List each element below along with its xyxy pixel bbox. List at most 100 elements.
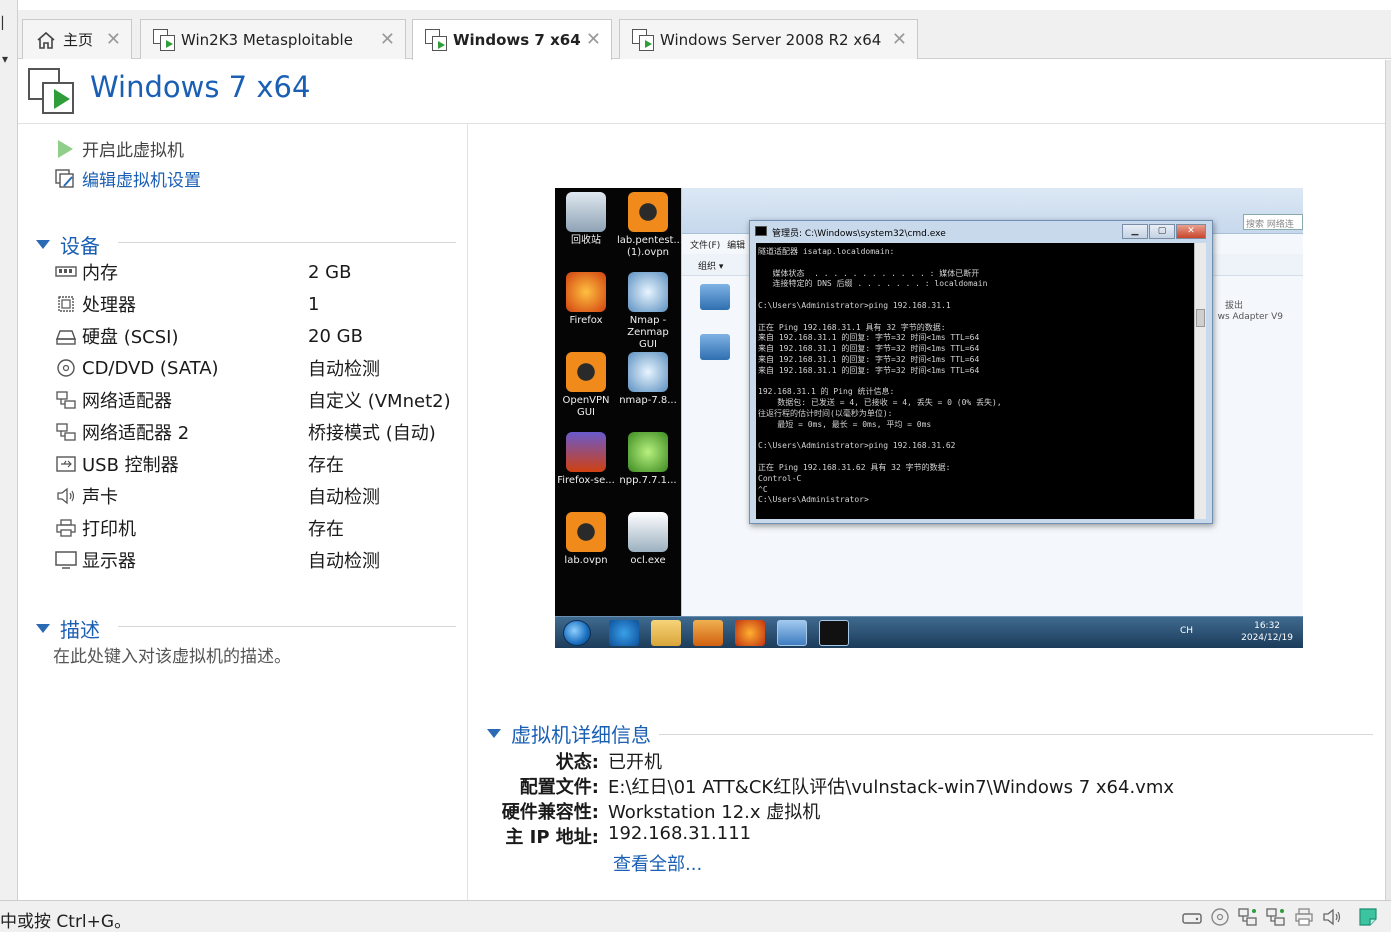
cmd-title: 管理员: C:\Windows\system32\cmd.exe xyxy=(772,229,946,239)
taskbar-clock[interactable]: 16:32 2024/12/19 xyxy=(1241,620,1293,644)
cd-dvd-icon xyxy=(54,357,78,379)
console-line: 连接特定的 DNS 后缀 . . . . . . . : localdomain xyxy=(758,279,988,289)
device-row[interactable]: USB 控制器 存在 xyxy=(54,449,464,479)
close-icon[interactable]: ✕ xyxy=(106,29,121,50)
device-value: 桥接模式 (自动) xyxy=(308,423,436,444)
firefox-setup-icon xyxy=(566,432,606,472)
device-row[interactable]: 处理器 1 xyxy=(54,289,464,319)
network-adapter-icon xyxy=(700,284,730,310)
edit-vm-settings-button[interactable]: 编辑虚拟机设置 xyxy=(54,166,201,191)
folder-icon[interactable] xyxy=(651,620,681,646)
device-row[interactable]: CD/DVD (SATA) 自动检测 xyxy=(54,353,464,383)
message-log-icon[interactable] xyxy=(1357,906,1379,928)
edge-dropdown-icon[interactable]: ▾ xyxy=(2,52,8,66)
close-icon[interactable]: ✕ xyxy=(380,29,395,50)
language-indicator[interactable]: CH xyxy=(1180,626,1193,636)
device-row[interactable]: 显示器 自动检测 xyxy=(54,545,464,575)
devices-section-toggle[interactable]: 设备 xyxy=(36,230,100,259)
desktop-icon[interactable]: npp.7.7.1... xyxy=(617,432,679,487)
desktop-icon-label: nmap-7.8... xyxy=(619,395,677,406)
printer-icon[interactable] xyxy=(1293,906,1315,928)
cd-dvd-icon[interactable] xyxy=(1209,906,1231,928)
desktop-icon[interactable]: ocl.exe xyxy=(617,512,679,567)
tab-windows-server-2008[interactable]: Windows Server 2008 R2 x64 ✕ xyxy=(619,19,918,59)
ie-icon[interactable] xyxy=(609,620,639,646)
power-on-vm-button[interactable]: 开启此虚拟机 xyxy=(54,136,184,161)
nmap-icon xyxy=(628,272,668,312)
maximize-button[interactable]: ▢ xyxy=(1149,224,1175,239)
device-row[interactable]: 声卡 自动检测 xyxy=(54,481,464,511)
cmd-scrollbar[interactable] xyxy=(1194,243,1206,519)
desktop-icon[interactable]: 回收站 xyxy=(555,192,617,247)
desktop-icon[interactable]: OpenVPN GUI xyxy=(555,352,617,419)
harddisk-icon[interactable] xyxy=(1181,906,1203,928)
network-adapter-icon[interactable] xyxy=(1237,906,1259,928)
cmd-taskbar-icon[interactable] xyxy=(819,620,849,646)
organize-button[interactable]: 组织 ▾ xyxy=(698,262,723,272)
start-button[interactable] xyxy=(563,620,591,646)
device-name: 内存 xyxy=(82,263,118,284)
tab-windows-7-x64[interactable]: Windows 7 x64 ✕ xyxy=(412,19,612,60)
console-line: C:\Users\Administrator> xyxy=(758,495,869,505)
device-name: 网络适配器 2 xyxy=(82,423,190,444)
device-row[interactable]: 打印机 存在 xyxy=(54,513,464,543)
network-adapter-icon xyxy=(54,389,78,411)
tab-home[interactable]: 主页 ✕ xyxy=(22,19,132,59)
window-controls: ▁ ▢ ✕ xyxy=(1121,224,1206,239)
device-row[interactable]: 硬盘 (SCSI) 20 GB xyxy=(54,321,464,351)
console-line: C:\Users\Administrator>ping 192.168.31.1 xyxy=(758,300,951,310)
menu-file[interactable]: 文件(F) xyxy=(690,241,720,251)
desktop-icon[interactable]: nmap-7.8... xyxy=(617,352,679,407)
details-section-toggle[interactable]: 虚拟机详细信息 xyxy=(487,719,651,748)
desktop-icons: 回收站 lab.pentest...(1).ovpn Firefox Nmap - Z… xyxy=(555,188,683,616)
description-section-toggle[interactable]: 描述 xyxy=(36,614,100,643)
device-row[interactable]: 网络适配器 自定义 (VMnet2) xyxy=(54,385,464,415)
memory-icon xyxy=(54,261,78,283)
cmd-titlebar: 管理员: C:\Windows\system32\cmd.exe ▁ ▢ ✕ xyxy=(750,221,1212,243)
recycle-bin-icon xyxy=(566,192,606,232)
desktop-icon[interactable]: Nmap - Zenmap GUI xyxy=(617,272,679,351)
console-line: ^C xyxy=(758,484,768,494)
close-icon[interactable]: ✕ xyxy=(586,29,601,50)
device-name: 网络适配器 xyxy=(82,391,172,412)
description-section-title: 描述 xyxy=(60,618,100,642)
device-name: 声卡 xyxy=(82,487,118,508)
main-scrollbar[interactable] xyxy=(1385,60,1391,900)
desktop-icon[interactable]: Firefox xyxy=(555,272,617,327)
detail-row-status: 状态: 已开机 xyxy=(469,748,1389,773)
close-button[interactable]: ✕ xyxy=(1176,224,1206,239)
device-row[interactable]: 网络适配器 2 桥接模式 (自动) xyxy=(54,417,464,447)
close-icon[interactable]: ✕ xyxy=(892,29,907,50)
desktop-icon[interactable]: lab.ovpn xyxy=(555,512,617,567)
device-name: 打印机 xyxy=(82,519,136,540)
clock-time: 16:32 xyxy=(1254,621,1281,631)
detail-value: 已开机 xyxy=(608,752,662,773)
details-section-title: 虚拟机详细信息 xyxy=(511,723,651,747)
explorer-search-input[interactable]: 搜索 网络连 xyxy=(1243,214,1303,230)
section-divider xyxy=(118,626,456,627)
console-line: 正在 Ping 192.168.31.62 具有 32 字节的数据: xyxy=(758,462,951,472)
device-value: 自动检测 xyxy=(308,551,380,572)
minimize-button[interactable]: ▁ xyxy=(1122,224,1148,239)
network-adapter-icon[interactable] xyxy=(1265,906,1287,928)
network-taskbar-icon[interactable] xyxy=(777,620,807,646)
left-panel: 开启此虚拟机 编辑虚拟机设置 设备 内存 2 GB 处理器 1 硬盘 (SCSI) 20 … xyxy=(18,124,468,900)
see-all-link[interactable]: 查看全部... xyxy=(613,850,702,876)
media-player-icon[interactable] xyxy=(693,620,723,646)
device-value: 自动检测 xyxy=(308,487,380,508)
firefox-icon[interactable] xyxy=(735,620,765,646)
desktop-icon[interactable]: lab.pentest...(1).ovpn xyxy=(617,192,683,259)
console-line: 往返行程的估计时间(以毫秒为单位): xyxy=(758,408,893,418)
edit-settings-icon xyxy=(54,168,76,190)
vm-console-thumbnail[interactable]: 回收站 lab.pentest...(1).ovpn Firefox Nmap - Z… xyxy=(555,188,1303,648)
tab-win2k3-metasploitable[interactable]: Win2K3 Metasploitable ✕ xyxy=(140,19,406,59)
cmd-console-output: 隧道适配器 isatap.localdomain: 媒体状态 . . . . .… xyxy=(756,243,1196,519)
menu-edit[interactable]: 编辑 xyxy=(727,241,745,251)
device-row[interactable]: 内存 2 GB xyxy=(54,257,464,287)
sound-icon[interactable] xyxy=(1321,906,1343,928)
edge-marker: ▏ xyxy=(2,16,12,30)
console-line: 来自 192.168.31.1 的回复: 字节=32 时间<1ms TTL=64 xyxy=(758,365,980,375)
description-field[interactable]: 在此处键入对该虚拟机的描述。 xyxy=(53,642,291,667)
desktop-icon[interactable]: Firefox-se... xyxy=(555,432,617,487)
